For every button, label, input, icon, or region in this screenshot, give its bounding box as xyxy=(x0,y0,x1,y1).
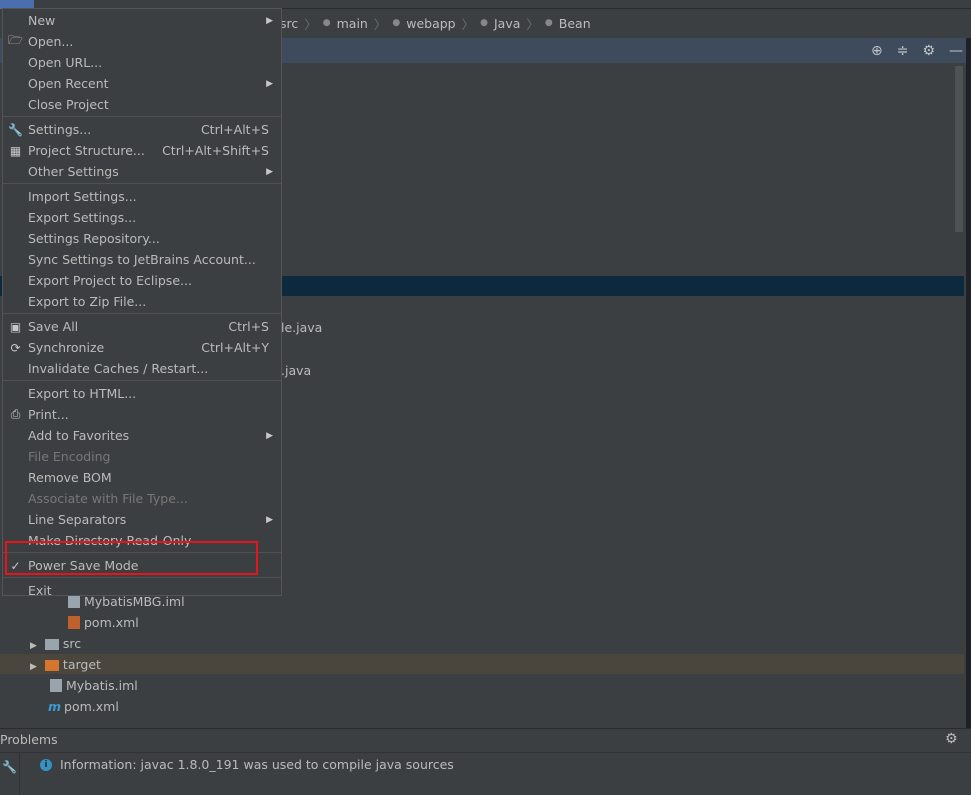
expand-arrow-icon[interactable]: ▶ xyxy=(30,641,37,651)
file-menu: New ▶ 🗁 Open... Open URL... Open Recent ▶ Close… xyxy=(2,8,282,598)
menu-item-label: New xyxy=(28,13,56,28)
tree-item-pom2[interactable]: m pom.xml xyxy=(48,699,119,714)
menu-item-label: Export to HTML... xyxy=(28,386,137,401)
menu-item-export-to-html[interactable]: Export to HTML... xyxy=(3,383,281,404)
menu-item-shortcut: Ctrl+Alt+Shift+S xyxy=(162,143,269,158)
breadcrumb: src 〉 ● main 〉 ● webapp 〉 ● Java 〉 ● Bean xyxy=(280,15,591,32)
maven-icon: m xyxy=(48,699,62,714)
menu-item-invalidate-caches-restart[interactable]: Invalidate Caches / Restart... xyxy=(3,358,281,379)
tree-item-mybatis-iml[interactable]: Mybatis.iml xyxy=(50,678,138,693)
menu-item-label: Export to Zip File... xyxy=(28,294,147,309)
menu-item-label: Other Settings xyxy=(28,164,119,179)
menu-item-shortcut: Ctrl+Alt+S xyxy=(200,122,269,137)
menu-item-label: Open... xyxy=(28,34,74,49)
menu-item-label: Project Structure... xyxy=(28,143,145,158)
menu-item-label: Settings Repository... xyxy=(28,231,160,246)
menu-item-open-url[interactable]: Open URL... xyxy=(3,52,281,73)
locate-icon[interactable]: ⊕ xyxy=(871,43,883,59)
menu-item-label: Add to Favorites xyxy=(28,428,130,443)
menu-item-label: Open Recent xyxy=(28,76,109,91)
menu-item-label: Associate with File Type... xyxy=(28,491,188,506)
submenu-arrow-icon: ▶ xyxy=(266,166,273,177)
menu-item-associate-with-file-type: Associate with File Type... xyxy=(3,488,281,509)
menu-item-label: Open URL... xyxy=(28,55,103,70)
menu-item-label: Synchronize xyxy=(28,340,105,355)
menu-item-settings-repository[interactable]: Settings Repository... xyxy=(3,228,281,249)
menu-item-open[interactable]: 🗁 Open... xyxy=(3,31,281,52)
project-structure-icon: ▦ xyxy=(9,143,22,158)
menu-item-label: Invalidate Caches / Restart... xyxy=(28,361,209,376)
scrollbar[interactable] xyxy=(955,66,963,232)
crumb-java[interactable]: Java xyxy=(494,16,520,31)
menu-item-label: Sync Settings to JetBrains Account... xyxy=(28,252,256,267)
expand-arrow-icon[interactable]: ▶ xyxy=(30,662,37,672)
menu-item-label: Export Settings... xyxy=(28,210,137,225)
submenu-arrow-icon: ▶ xyxy=(266,430,273,441)
menu-item-settings[interactable]: 🔧 Settings... Ctrl+Alt+S xyxy=(3,119,281,140)
tree-item-file2[interactable]: .java xyxy=(281,363,311,378)
folder-icon xyxy=(44,639,59,650)
menu-item-print[interactable]: ⎙ Print... xyxy=(3,404,281,425)
menu-item-remove-bom[interactable]: Remove BOM xyxy=(3,467,281,488)
background-window-edge xyxy=(966,38,971,728)
menu-item-label: Close Project xyxy=(28,97,109,112)
tree-item-file1[interactable]: le.java xyxy=(281,320,322,335)
print-icon: ⎙ xyxy=(10,407,21,421)
menu-item-open-recent[interactable]: Open Recent ▶ xyxy=(3,73,281,94)
menu-item-synchronize[interactable]: ⟳ Synchronize Ctrl+Alt+Y xyxy=(3,337,281,358)
submenu-arrow-icon: ▶ xyxy=(266,78,273,89)
folder-icon xyxy=(44,660,59,671)
tree-row-target-highlight[interactable] xyxy=(0,654,964,674)
menu-item-export-settings[interactable]: Export Settings... xyxy=(3,207,281,228)
submenu-arrow-icon: ▶ xyxy=(266,15,273,26)
menu-item-new[interactable]: New ▶ xyxy=(3,10,281,31)
wrench-icon[interactable]: 🔧 xyxy=(2,760,17,774)
tree-item-src[interactable]: ▶ src xyxy=(30,636,81,651)
problem-message[interactable]: i Information: javac 1.8.0_191 was used t… xyxy=(40,757,454,772)
sync-icon: ⟳ xyxy=(10,340,21,355)
menu-item-label: Print... xyxy=(28,407,69,422)
menu-item-file-encoding: File Encoding xyxy=(3,446,281,467)
gear-icon[interactable]: ⚙ xyxy=(922,43,935,59)
crumb-main[interactable]: main xyxy=(337,16,368,31)
menu-item-other-settings[interactable]: Other Settings ▶ xyxy=(3,161,281,182)
tree-item-target[interactable]: ▶ target xyxy=(30,657,101,672)
menu-item-save-all[interactable]: ▣ Save All Ctrl+S xyxy=(3,316,281,337)
menu-item-import-settings[interactable]: Import Settings... xyxy=(3,186,281,207)
crumb-bean[interactable]: Bean xyxy=(559,16,591,31)
menu-item-label: Line Separators xyxy=(28,512,127,527)
menu-item-export-project-to-eclipse[interactable]: Export Project to Eclipse... xyxy=(3,270,281,291)
menu-item-label: Remove BOM xyxy=(28,470,112,485)
menu-item-line-separators[interactable]: Line Separators ▶ xyxy=(3,509,281,530)
menu-item-label: Export Project to Eclipse... xyxy=(28,273,192,288)
wrench-icon: 🔧 xyxy=(8,122,23,137)
iml-file-icon xyxy=(50,679,62,692)
menu-item-label: Save All xyxy=(28,319,79,334)
info-icon: i xyxy=(40,758,52,771)
xml-file-icon xyxy=(68,616,80,629)
menu-item-label: Exit xyxy=(28,583,52,598)
tree-item-pom1[interactable]: pom.xml xyxy=(68,615,139,630)
menu-item-label: Settings... xyxy=(28,122,92,137)
crumb-webapp[interactable]: webapp xyxy=(406,16,455,31)
menu-item-shortcut: Ctrl+Alt+Y xyxy=(201,340,269,355)
menu-item-label: Import Settings... xyxy=(28,189,137,204)
menu-item-export-to-zip-file[interactable]: Export to Zip File... xyxy=(3,291,281,312)
highlight-box xyxy=(5,541,258,575)
menu-item-project-structure[interactable]: ▦ Project Structure... Ctrl+Alt+Shift+S xyxy=(3,140,281,161)
minimize-icon[interactable]: — xyxy=(949,43,963,59)
save-icon: ▣ xyxy=(9,319,22,334)
menu-item-sync-settings-to-jetbrains-account[interactable]: Sync Settings to JetBrains Account... xyxy=(3,249,281,270)
problems-title[interactable]: Problems xyxy=(0,732,58,747)
submenu-arrow-icon: ▶ xyxy=(266,514,273,525)
menu-item-exit[interactable]: Exit xyxy=(3,580,281,601)
collapse-all-icon[interactable]: ≑ xyxy=(897,43,909,59)
menu-item-close-project[interactable]: Close Project xyxy=(3,94,281,115)
crumb-src[interactable]: src xyxy=(280,16,298,31)
menu-item-shortcut: Ctrl+S xyxy=(228,319,269,334)
gear-icon[interactable]: ⚙ xyxy=(945,731,958,747)
folder-icon: 🗁 xyxy=(8,33,23,47)
menu-item-label: File Encoding xyxy=(28,449,111,464)
menu-item-add-to-favorites[interactable]: Add to Favorites ▶ xyxy=(3,425,281,446)
